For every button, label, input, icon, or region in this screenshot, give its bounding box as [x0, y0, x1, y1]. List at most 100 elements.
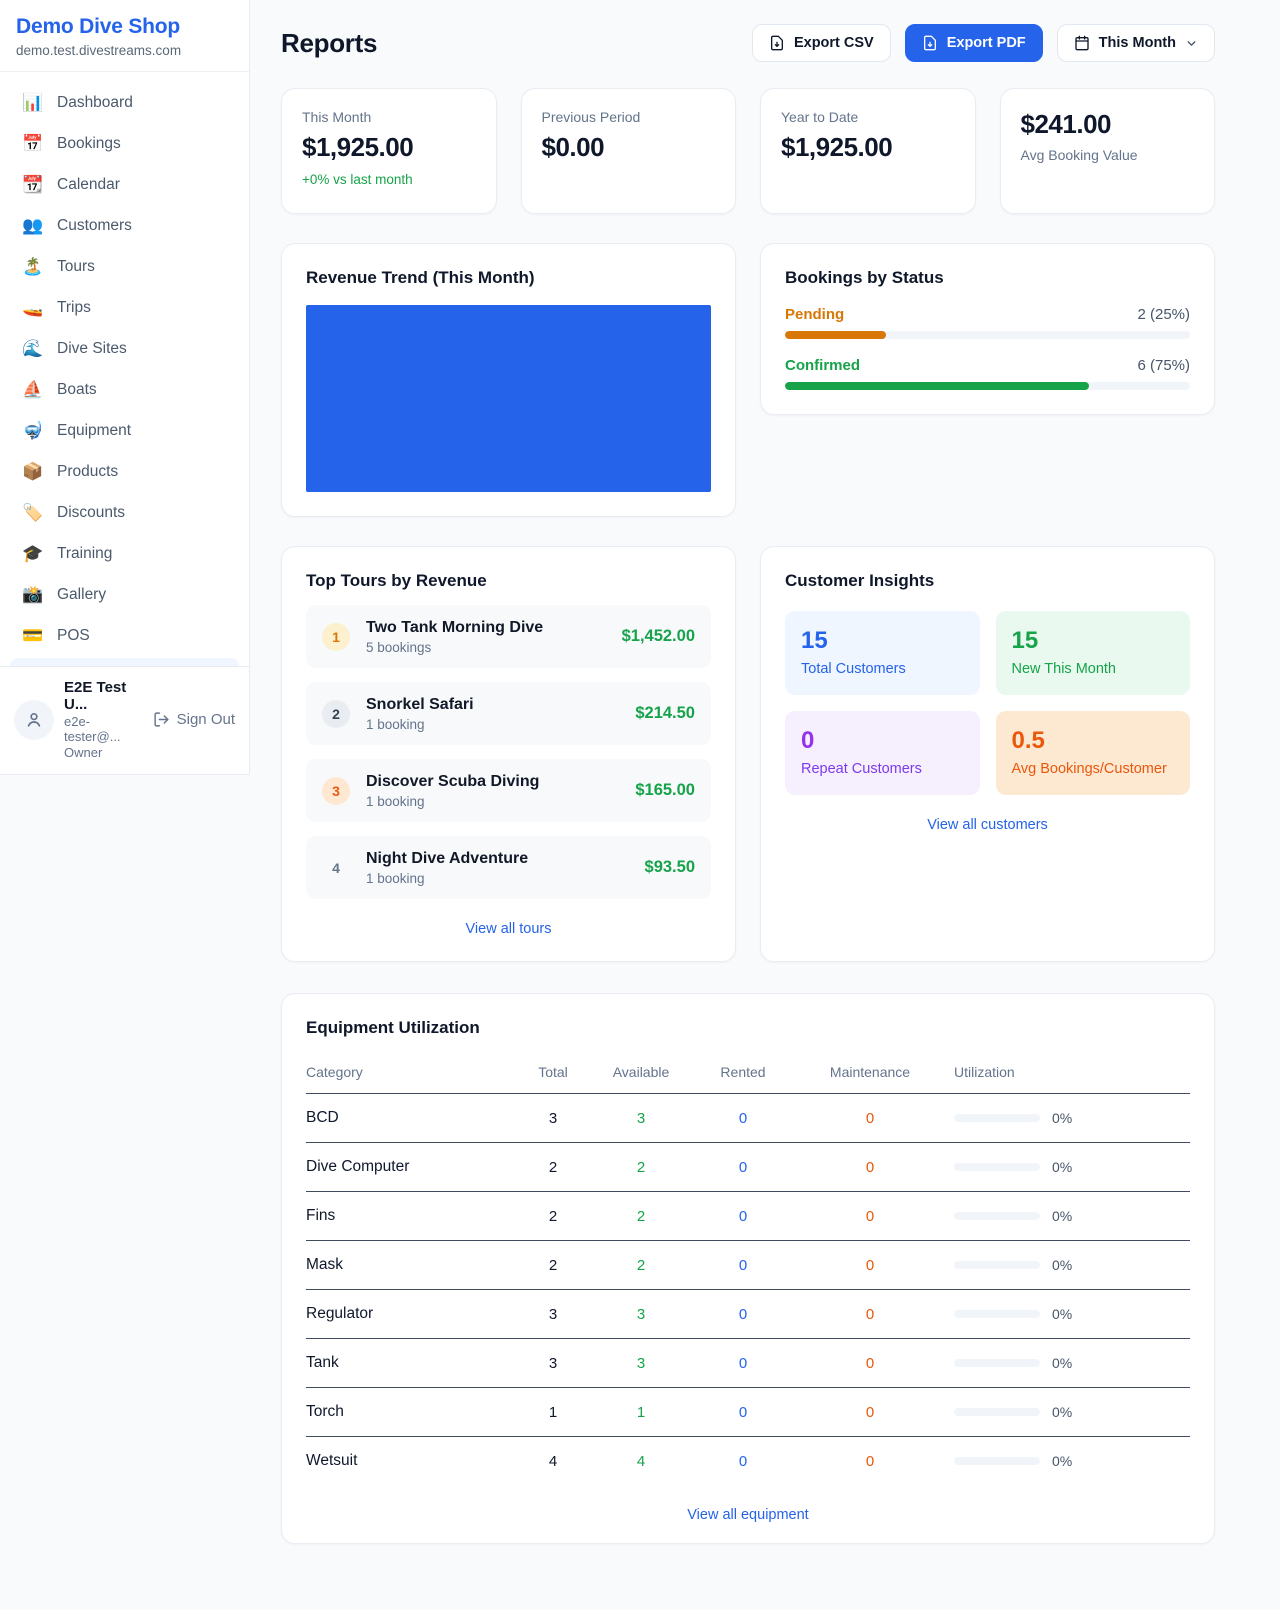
sidebar-item-calendar[interactable]: 📆 Calendar	[10, 166, 239, 204]
sidebar-item-dashboard[interactable]: 📊 Dashboard	[10, 84, 239, 122]
stat-label: Year to Date	[781, 109, 955, 125]
insight-value: 15	[801, 627, 964, 655]
export-csv-button[interactable]: Export CSV	[752, 24, 891, 62]
tour-bookings: 1 booking	[366, 717, 619, 732]
cell-utilization: 0%	[936, 1094, 1190, 1143]
calendar-icon	[1074, 35, 1090, 51]
progress-track	[785, 331, 1190, 339]
cell-available: 2	[600, 1241, 682, 1290]
view-all-equipment-link[interactable]: View all equipment	[306, 1507, 1190, 1523]
page-title: Reports	[281, 28, 377, 59]
cell-total: 3	[506, 1339, 600, 1388]
sidebar-item-boats[interactable]: ⛵ Boats	[10, 371, 239, 409]
tour-row: 2 Snorkel Safari 1 booking $214.50	[306, 682, 711, 745]
insight-value: 0.5	[1012, 727, 1175, 755]
cell-total: 2	[506, 1241, 600, 1290]
period-dropdown[interactable]: This Month	[1057, 24, 1215, 62]
sidebar-item-products[interactable]: 📦 Products	[10, 453, 239, 491]
export-pdf-button[interactable]: Export PDF	[905, 24, 1043, 62]
sidebar-item-training[interactable]: 🎓 Training	[10, 535, 239, 573]
view-all-customers-link[interactable]: View all customers	[785, 817, 1190, 833]
period-label: This Month	[1099, 35, 1176, 51]
sidebar-item-trips[interactable]: 🚤 Trips	[10, 289, 239, 327]
table-row: Tank33000%	[306, 1339, 1190, 1388]
column-header: Category	[306, 1052, 506, 1094]
sign-out-button[interactable]: Sign Out	[153, 711, 235, 728]
brand-block[interactable]: Demo Dive Shop demo.test.divestreams.com	[0, 0, 249, 72]
cell-total: 1	[506, 1388, 600, 1437]
cell-category: BCD	[306, 1094, 506, 1143]
tour-revenue: $214.50	[635, 704, 695, 723]
utilization-bar	[954, 1310, 1040, 1318]
tour-name: Two Tank Morning Dive	[366, 619, 606, 637]
customer-insights-title: Customer Insights	[785, 571, 1190, 591]
cell-utilization: 0%	[936, 1388, 1190, 1437]
tour-bookings: 1 booking	[366, 871, 629, 886]
equipment-utilization-card: Equipment Utilization Category Total Ava…	[281, 993, 1215, 1544]
tour-name: Snorkel Safari	[366, 696, 619, 714]
sidebar-item-bookings[interactable]: 📅 Bookings	[10, 125, 239, 163]
status-label: Confirmed	[785, 357, 860, 374]
status-count: 2 (25%)	[1137, 306, 1190, 323]
cell-category: Wetsuit	[306, 1437, 506, 1486]
table-row: Torch11000%	[306, 1388, 1190, 1437]
export-pdf-label: Export PDF	[947, 35, 1026, 51]
sidebar-item-discounts[interactable]: 🏷️ Discounts	[10, 494, 239, 532]
user-email: e2e-tester@...	[64, 714, 143, 744]
sidebar-item-reports-partial[interactable]	[10, 658, 239, 666]
revenue-trend-card: Revenue Trend (This Month)	[281, 243, 736, 517]
utilization-bar	[954, 1212, 1040, 1220]
sidebar-item-gallery[interactable]: 📸 Gallery	[10, 576, 239, 614]
cell-available: 4	[600, 1437, 682, 1486]
cell-rented: 0	[682, 1143, 804, 1192]
cell-category: Fins	[306, 1192, 506, 1241]
cell-available: 3	[600, 1094, 682, 1143]
utilization-percent: 0%	[1052, 1404, 1072, 1420]
sidebar-item-label: Dive Sites	[57, 340, 127, 358]
table-row: Regulator33000%	[306, 1290, 1190, 1339]
cell-rented: 0	[682, 1388, 804, 1437]
logout-icon	[153, 711, 170, 728]
label-tag-icon: 🏷️	[22, 503, 44, 523]
table-row: Fins22000%	[306, 1192, 1190, 1241]
cell-available: 2	[600, 1143, 682, 1192]
cell-maintenance: 0	[804, 1192, 936, 1241]
sidebar-item-equipment[interactable]: 🤿 Equipment	[10, 412, 239, 450]
stat-value: $241.00	[1021, 109, 1195, 140]
calendar-17-icon: 📅	[22, 134, 44, 154]
cell-available: 3	[600, 1339, 682, 1388]
credit-card-icon: 💳	[22, 626, 44, 646]
cell-rented: 0	[682, 1094, 804, 1143]
rank-badge: 1	[322, 623, 350, 651]
sidebar-item-label: Trips	[57, 299, 91, 317]
cell-maintenance: 0	[804, 1388, 936, 1437]
insight-label: New This Month	[1012, 661, 1175, 677]
sidebar-nav: 📊 Dashboard 📅 Bookings 📆 Calendar 👥 Cust…	[0, 72, 249, 655]
view-all-tours-link[interactable]: View all tours	[306, 921, 711, 937]
tour-bookings: 5 bookings	[366, 640, 606, 655]
insight-label: Total Customers	[801, 661, 964, 677]
sailboat-icon: ⛵	[22, 380, 44, 400]
cell-maintenance: 0	[804, 1094, 936, 1143]
cell-maintenance: 0	[804, 1290, 936, 1339]
sidebar-item-customers[interactable]: 👥 Customers	[10, 207, 239, 245]
customer-insights-card: Customer Insights 15 Total Customers 15 …	[760, 546, 1215, 962]
status-label: Pending	[785, 306, 844, 323]
sidebar-item-pos[interactable]: 💳 POS	[10, 617, 239, 655]
insight-label: Avg Bookings/Customer	[1012, 761, 1175, 777]
cell-utilization: 0%	[936, 1339, 1190, 1388]
avatar	[14, 700, 54, 740]
sidebar-item-tours[interactable]: 🏝️ Tours	[10, 248, 239, 286]
cell-category: Tank	[306, 1339, 506, 1388]
progress-fill	[785, 382, 1089, 390]
file-download-icon	[922, 35, 938, 51]
revenue-bar-chart	[306, 305, 711, 492]
insight-value: 0	[801, 727, 964, 755]
insight-tile-new-this-month: 15 New This Month	[996, 611, 1191, 695]
utilization-percent: 0%	[1052, 1257, 1072, 1273]
user-name: E2E Test U...	[64, 679, 143, 713]
stat-label: Previous Period	[542, 109, 716, 125]
diving-mask-icon: 🤿	[22, 421, 44, 441]
sidebar-item-dive-sites[interactable]: 🌊 Dive Sites	[10, 330, 239, 368]
top-tours-title: Top Tours by Revenue	[306, 571, 711, 591]
